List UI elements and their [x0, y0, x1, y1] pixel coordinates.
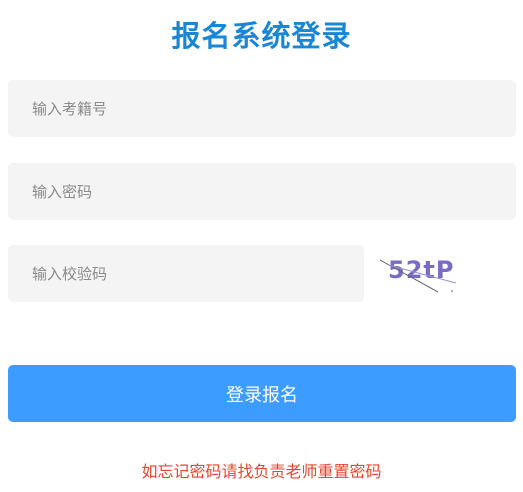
captcha-field[interactable] — [8, 245, 364, 302]
exam-number-input[interactable] — [8, 80, 516, 137]
password-field[interactable] — [8, 163, 516, 220]
page-title: 报名系统登录 — [171, 19, 352, 53]
captcha-image[interactable]: 52tP — [378, 253, 460, 295]
exam-number-field[interactable] — [8, 80, 516, 137]
captcha-noise-lines — [379, 259, 457, 293]
forgot-password-notice: 如忘记密码请找负责老师重置密码 — [141, 462, 382, 481]
login-submit-button[interactable]: 登录报名 — [8, 365, 516, 422]
captcha-input[interactable] — [8, 245, 364, 302]
password-input[interactable] — [8, 163, 516, 220]
